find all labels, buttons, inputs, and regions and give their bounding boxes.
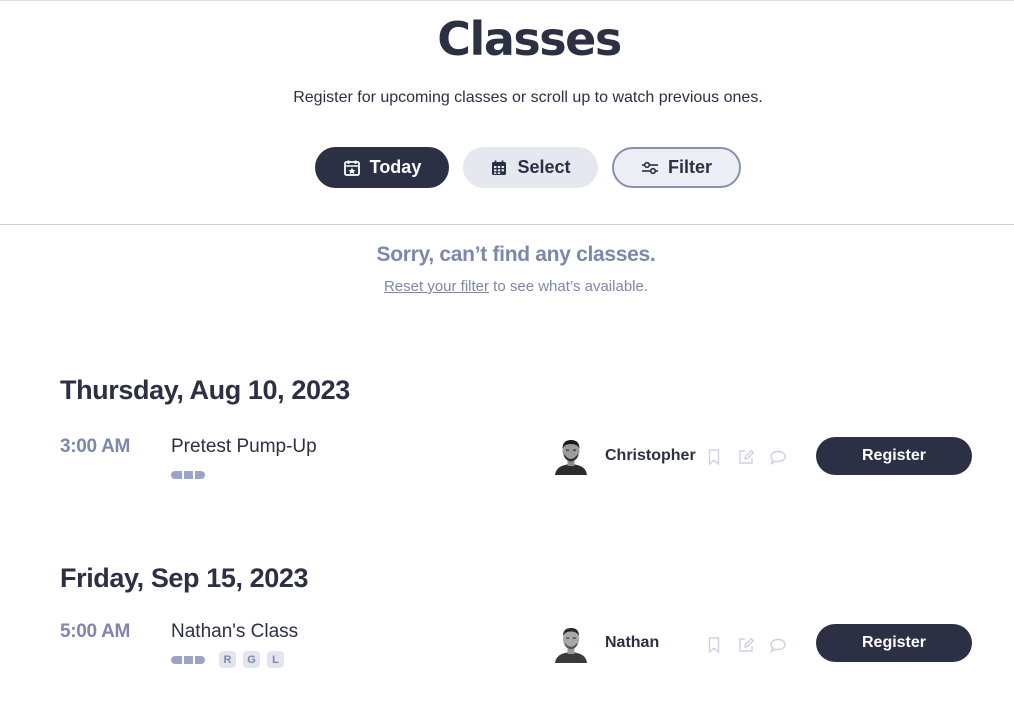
- class-name[interactable]: Nathan's Class: [171, 621, 298, 643]
- class-tag: R: [219, 651, 236, 668]
- sliders-icon: [641, 159, 659, 177]
- section-divider: [0, 224, 1014, 225]
- edit-icon[interactable]: [737, 636, 755, 654]
- empty-state-suffix: to see what’s available.: [489, 278, 649, 295]
- empty-state-title: Sorry, can’t find any classes.: [376, 243, 656, 266]
- page-title: Classes: [437, 12, 622, 66]
- intensity-bars: [171, 656, 205, 664]
- register-button[interactable]: Register: [816, 437, 972, 475]
- bookmark-icon[interactable]: [705, 448, 723, 466]
- calendar-grid-icon: [490, 159, 508, 177]
- bookmark-icon[interactable]: [705, 636, 723, 654]
- today-label: Today: [369, 157, 422, 177]
- empty-state-message: Reset your filter to see what’s availabl…: [0, 278, 1014, 295]
- instructor-avatar[interactable]: [554, 437, 588, 475]
- class-time: 5:00 AM: [60, 621, 131, 642]
- class-tag: G: [243, 651, 260, 668]
- class-name[interactable]: Pretest Pump-Up: [171, 436, 317, 458]
- page-subtitle: Register for upcoming classes or scroll …: [293, 89, 763, 106]
- class-tag: L: [267, 651, 284, 668]
- filter-label: Filter: [667, 157, 712, 177]
- select-label: Select: [517, 157, 571, 177]
- register-button[interactable]: Register: [816, 624, 972, 662]
- top-divider: [0, 0, 1014, 1]
- instructor-name[interactable]: Nathan: [605, 634, 659, 652]
- edit-icon[interactable]: [737, 448, 755, 466]
- select-button[interactable]: Select: [463, 147, 598, 188]
- comment-icon[interactable]: [769, 636, 787, 654]
- instructor-avatar[interactable]: [554, 625, 588, 663]
- day-heading: Thursday, Aug 10, 2023: [60, 375, 350, 405]
- today-button[interactable]: Today: [315, 147, 449, 188]
- intensity-bars: [171, 471, 205, 479]
- filter-button[interactable]: Filter: [612, 147, 741, 188]
- instructor-name[interactable]: Christopher: [605, 447, 696, 465]
- calendar-star-icon: [343, 159, 361, 177]
- class-time: 3:00 AM: [60, 436, 131, 457]
- day-heading: Friday, Sep 15, 2023: [60, 563, 309, 593]
- comment-icon[interactable]: [769, 448, 787, 466]
- reset-filter-link[interactable]: Reset your filter: [384, 278, 489, 295]
